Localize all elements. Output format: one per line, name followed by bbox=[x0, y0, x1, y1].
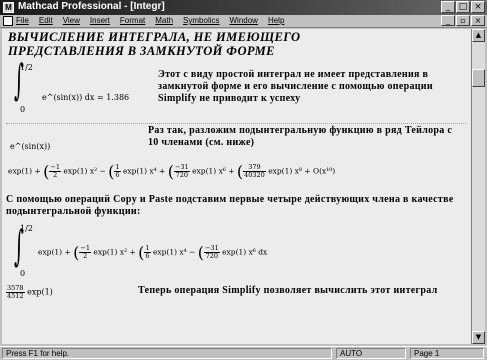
heading-line-1: ВЫЧИСЛЕНИЕ ИНТЕГРАЛА, НЕ ИМЕЮЩЕГО bbox=[8, 30, 301, 44]
integral-sign-2: ∫ bbox=[14, 221, 24, 270]
region-divider-1 bbox=[6, 123, 466, 124]
document-icon[interactable] bbox=[3, 16, 13, 26]
mathcad-app-icon[interactable]: M bbox=[3, 2, 14, 13]
maximize-button[interactable]: □ bbox=[456, 1, 470, 13]
text-region-2[interactable]: Раз так, разложим подынтегральную функци… bbox=[148, 125, 453, 149]
integral-1-lower: 0 bbox=[20, 105, 26, 114]
title-bar: M Mathcad Professional - [Integr] _ □ × bbox=[0, 0, 487, 15]
integral-1-expression[interactable]: e^(sin(x)) dx = 1.386 bbox=[42, 93, 129, 102]
status-hint: Press F1 for help. bbox=[2, 348, 332, 359]
menu-view[interactable]: View bbox=[63, 16, 80, 25]
vertical-scrollbar[interactable]: ▲ ▼ bbox=[471, 29, 485, 344]
menu-symbolics[interactable]: Symbolics bbox=[183, 16, 219, 25]
menu-window[interactable]: Window bbox=[230, 16, 258, 25]
status-mode: AUTO bbox=[336, 348, 406, 359]
taylor-series[interactable]: exp(1) + (−1 2 exp(1) x² − (1 6 exp(1) x⁴ … bbox=[8, 162, 335, 181]
exp-sin-label[interactable]: e^(sin(x)) bbox=[10, 142, 50, 151]
menu-edit[interactable]: Edit bbox=[39, 16, 53, 25]
window-title: Mathcad Professional - [Integr] bbox=[18, 1, 165, 12]
integral-2-lower: 0 bbox=[20, 269, 26, 278]
scroll-thumb[interactable] bbox=[472, 69, 485, 87]
minimize-button[interactable]: _ bbox=[441, 1, 455, 13]
scroll-down-arrow-icon[interactable]: ▼ bbox=[472, 331, 485, 344]
close-button[interactable]: × bbox=[471, 1, 485, 13]
menu-file[interactable]: File bbox=[16, 16, 29, 25]
menu-help[interactable]: Help bbox=[268, 16, 284, 25]
status-bar: Press F1 for help. AUTO Page 1 bbox=[0, 346, 487, 360]
worksheet-heading: ВЫЧИСЛЕНИЕ ИНТЕГРАЛА, НЕ ИМЕЮЩЕГО ПРЕДСТ… bbox=[8, 30, 408, 58]
doc-minimize-button[interactable]: _ bbox=[441, 15, 455, 26]
menu-format[interactable]: Format bbox=[120, 16, 145, 25]
text-region-1[interactable]: Этот с виду простой интеграл не имеет пр… bbox=[158, 69, 458, 105]
menu-insert[interactable]: Insert bbox=[90, 16, 110, 25]
integral-result[interactable]: 3578 4512 exp(1) bbox=[6, 285, 53, 300]
integral-sign-1: ∫ bbox=[14, 55, 24, 104]
menu-math[interactable]: Math bbox=[155, 16, 173, 25]
worksheet[interactable]: ВЫЧИСЛЕНИЕ ИНТЕГРАЛА, НЕ ИМЕЮЩЕГО ПРЕДСТ… bbox=[2, 29, 471, 344]
status-page: Page 1 bbox=[410, 348, 484, 359]
doc-close-button[interactable]: × bbox=[471, 15, 485, 26]
text-region-3[interactable]: С помощью операций Copy и Paste подстави… bbox=[6, 194, 461, 218]
scroll-up-arrow-icon[interactable]: ▲ bbox=[472, 29, 485, 42]
text-region-4[interactable]: Теперь операция Simplify позволяет вычис… bbox=[138, 285, 458, 297]
heading-line-2: ПРЕДСТАВЛЕНИЯ В ЗАМКНУТОЙ ФОРМЕ bbox=[8, 44, 275, 58]
doc-restore-button[interactable]: ▫ bbox=[456, 15, 470, 26]
integral-2-expression[interactable]: exp(1) + (−1 2 exp(1) x² + (1 6 exp(1) x⁴ … bbox=[38, 243, 267, 262]
menu-bar: File Edit View Insert Format Math Symbol… bbox=[0, 15, 487, 28]
